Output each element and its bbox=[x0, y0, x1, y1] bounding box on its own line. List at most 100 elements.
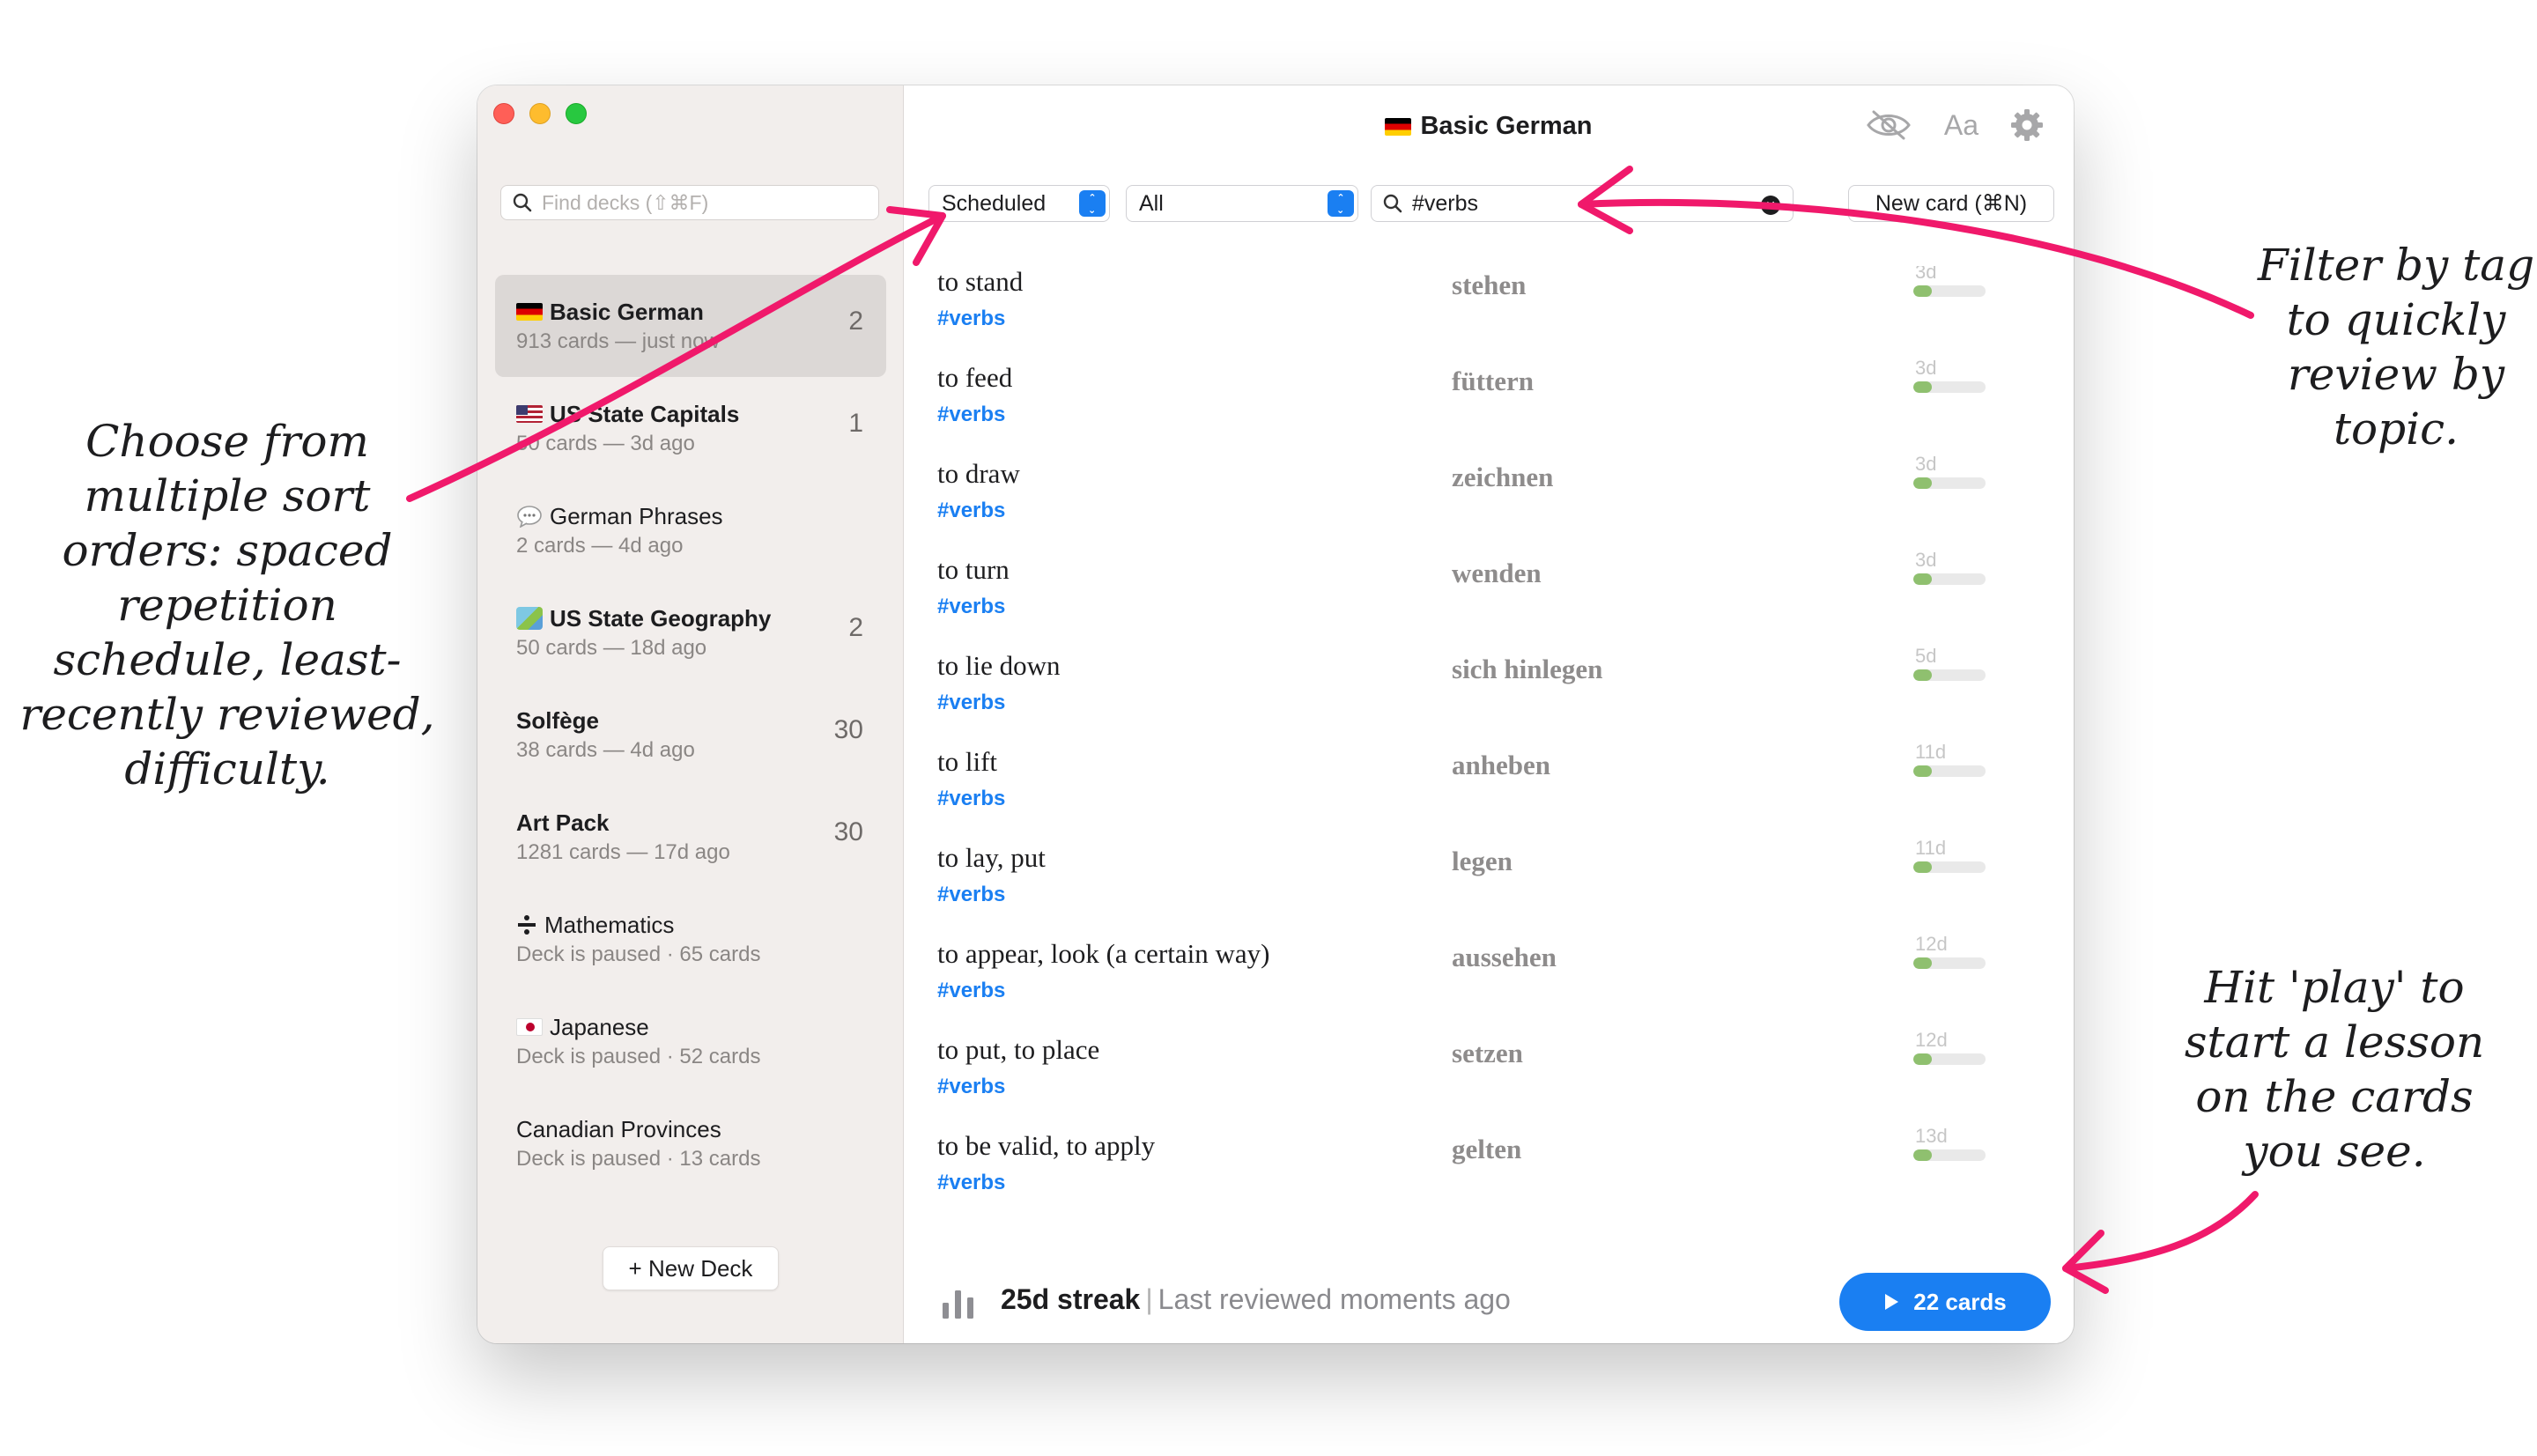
deck-item-japanese[interactable]: Japanese Deck is paused · 52 cards bbox=[495, 990, 886, 1092]
card-tag-link[interactable]: #verbs bbox=[937, 1075, 1005, 1099]
deck-name-row: Mathematics bbox=[516, 911, 886, 939]
close-window-button[interactable] bbox=[493, 103, 514, 124]
clear-search-icon[interactable]: ✕ bbox=[1761, 196, 1780, 215]
card-due-interval: 13d bbox=[1915, 1125, 1948, 1147]
card-back: sich hinlegen bbox=[1452, 654, 1603, 684]
card-row[interactable]: to appear, look (a certain way) #verbs aus… bbox=[904, 933, 2074, 1034]
chevron-up-down-icon: ⌃ ⌃ bbox=[1328, 190, 1354, 217]
card-progress-bar bbox=[1913, 1053, 1986, 1065]
zoom-window-button[interactable] bbox=[566, 103, 587, 124]
search-icon bbox=[1383, 194, 1402, 213]
deck-item-canadian-provinces[interactable]: Canadian Provinces Deck is paused · 13 c… bbox=[495, 1092, 886, 1194]
card-row[interactable]: to lie down #verbs sich hinlegen 5d bbox=[904, 645, 2074, 746]
card-scope-select[interactable]: All ⌃ ⌃ bbox=[1126, 185, 1358, 222]
deck-item-german-phrases[interactable]: German Phrases 2 cards — 4d ago bbox=[495, 479, 886, 581]
card-tag-link[interactable]: #verbs bbox=[937, 691, 1005, 715]
card-due-interval: 3d bbox=[1915, 266, 1937, 283]
card-tag-link[interactable]: #verbs bbox=[937, 1171, 1005, 1195]
main-pane: Basic German Aa Scheduled ⌃ ⌃ All ⌃ ⌃ #v… bbox=[904, 85, 2074, 1343]
card-tag-link[interactable]: #verbs bbox=[937, 979, 1005, 1003]
card-tag-link[interactable]: #verbs bbox=[937, 307, 1005, 331]
streak-count: 25d streak bbox=[1001, 1283, 1141, 1315]
deck-meta: Deck is paused · 13 cards bbox=[516, 1147, 761, 1171]
card-tag-link[interactable]: #verbs bbox=[937, 883, 1005, 907]
sort-order-select[interactable]: Scheduled ⌃ ⌃ bbox=[928, 185, 1110, 222]
minimize-window-button[interactable] bbox=[529, 103, 551, 124]
deck-name: German Phrases bbox=[550, 502, 723, 529]
card-due-interval: 3d bbox=[1915, 453, 1937, 475]
deck-due-count: 2 bbox=[848, 613, 863, 642]
deck-name-row: Basic German bbox=[516, 298, 886, 326]
find-decks-field[interactable] bbox=[500, 185, 879, 220]
deck-item-art-pack[interactable]: Art Pack 1281 cards — 17d ago 30 bbox=[495, 786, 886, 888]
card-front: to feed bbox=[937, 362, 1013, 393]
card-progress-fill bbox=[1913, 1053, 1932, 1065]
annotation-play-lesson: Hit 'play' to start a lesson on the card… bbox=[2184, 962, 2485, 1177]
card-search-input[interactable] bbox=[1412, 190, 1747, 217]
deck-item-solfege[interactable]: Solfège 38 cards — 4d ago 30 bbox=[495, 684, 886, 786]
window-controls bbox=[493, 103, 587, 124]
speech-bubble-icon bbox=[517, 506, 542, 528]
card-progress-bar bbox=[1913, 477, 1986, 489]
card-front: to stand bbox=[937, 266, 1024, 297]
card-progress-fill bbox=[1913, 957, 1932, 969]
card-front: to be valid, to apply bbox=[937, 1130, 1156, 1161]
card-row[interactable]: to feed #verbs füttern 3d bbox=[904, 357, 2074, 458]
play-lesson-button[interactable]: 22 cards bbox=[1839, 1273, 2051, 1331]
card-front: to lift bbox=[937, 746, 998, 777]
card-progress-fill bbox=[1913, 573, 1932, 585]
card-tag-link[interactable]: #verbs bbox=[937, 403, 1005, 427]
play-icon bbox=[1885, 1294, 1899, 1310]
card-front: to appear, look (a certain way) bbox=[937, 938, 1270, 969]
find-decks-input[interactable] bbox=[542, 190, 859, 215]
deck-due-count: 30 bbox=[833, 715, 863, 744]
card-row[interactable]: to put, to place #verbs setzen 12d bbox=[904, 1029, 2074, 1130]
card-row[interactable]: to lift #verbs anheben 11d bbox=[904, 741, 2074, 842]
deck-meta: 913 cards — just now bbox=[516, 329, 720, 353]
font-icon[interactable]: Aa bbox=[1944, 109, 1979, 142]
card-back: aussehen bbox=[1452, 942, 1557, 972]
card-front: to lay, put bbox=[937, 842, 1046, 873]
deck-list: Basic German 913 cards — just now 2 US S… bbox=[495, 275, 886, 1194]
gear-icon[interactable] bbox=[2010, 108, 2044, 142]
card-progress-bar bbox=[1913, 957, 1986, 969]
card-row[interactable]: to turn #verbs wenden 3d bbox=[904, 549, 2074, 650]
last-reviewed: Last reviewed moments ago bbox=[1158, 1283, 1511, 1315]
deck-item-basic-german[interactable]: Basic German 913 cards — just now 2 bbox=[495, 275, 886, 377]
new-card-button[interactable]: New card (⌘N) bbox=[1848, 185, 2054, 222]
deck-title: Basic German bbox=[1420, 112, 1593, 140]
card-progress-fill bbox=[1913, 861, 1932, 873]
card-row[interactable]: to lay, put #verbs legen 11d bbox=[904, 837, 2074, 938]
deck-meta: 50 cards — 18d ago bbox=[516, 636, 707, 660]
card-row[interactable]: to stand #verbs stehen 3d bbox=[904, 266, 2074, 362]
card-search-field[interactable]: ✕ bbox=[1371, 185, 1794, 222]
card-due-interval: 12d bbox=[1915, 933, 1948, 955]
deck-name: Art Pack bbox=[516, 809, 610, 836]
card-due-interval: 3d bbox=[1915, 549, 1937, 571]
deck-name: Japanese bbox=[550, 1013, 649, 1040]
deck-name-row: US State Capitals bbox=[516, 400, 886, 428]
card-tag-link[interactable]: #verbs bbox=[937, 595, 1005, 619]
eye-slash-icon[interactable] bbox=[1865, 109, 1912, 141]
deck-meta: 2 cards — 4d ago bbox=[516, 534, 684, 558]
card-tag-link[interactable]: #verbs bbox=[937, 499, 1005, 523]
divide-icon bbox=[516, 913, 537, 936]
card-row[interactable]: to draw #verbs zeichnen 3d bbox=[904, 453, 2074, 554]
deck-name: US State Capitals bbox=[550, 400, 740, 427]
toolbar-icons: Aa bbox=[1865, 108, 2044, 142]
card-row[interactable]: to be valid, to apply #verbs gelten 13d bbox=[904, 1125, 2074, 1226]
deck-name: US State Geography bbox=[550, 604, 772, 632]
card-front: to lie down bbox=[937, 650, 1061, 681]
deck-item-mathematics[interactable]: Mathematics Deck is paused · 65 cards bbox=[495, 888, 886, 990]
play-lesson-label: 22 cards bbox=[1913, 1288, 2007, 1315]
card-list: to stand #verbs stehen 3d to feed #verbs fütte… bbox=[904, 266, 2074, 1305]
bar-chart-icon[interactable] bbox=[941, 1285, 976, 1319]
card-progress-bar bbox=[1913, 861, 1986, 873]
streak-status: 25d streak | Last reviewed moments ago bbox=[1001, 1283, 1511, 1316]
deck-item-us-state-capitals[interactable]: US State Capitals 50 cards — 3d ago 1 bbox=[495, 377, 886, 479]
card-tag-link[interactable]: #verbs bbox=[937, 787, 1005, 811]
card-progress-fill bbox=[1913, 669, 1932, 681]
card-due-interval: 12d bbox=[1915, 1029, 1948, 1051]
deck-item-us-state-geography[interactable]: US State Geography 50 cards — 18d ago 2 bbox=[495, 581, 886, 684]
new-deck-button[interactable]: + New Deck bbox=[603, 1246, 779, 1290]
